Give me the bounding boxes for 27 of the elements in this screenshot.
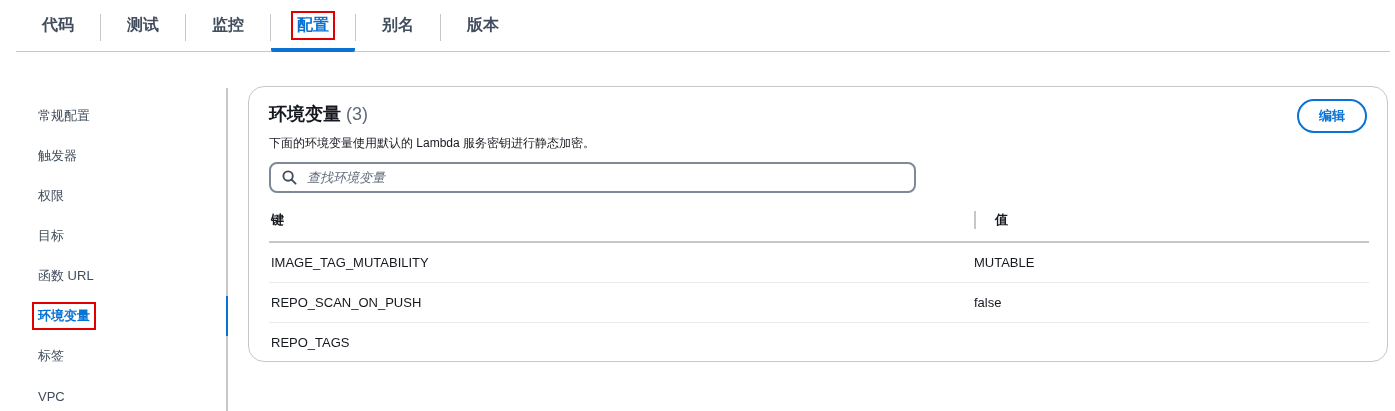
table-cell: false xyxy=(974,295,1002,310)
tab[interactable]: 别名 xyxy=(376,10,420,40)
sidebar-item[interactable]: VPC xyxy=(32,383,71,409)
search-icon xyxy=(282,170,297,185)
sidebar-item[interactable]: 环境变量 xyxy=(32,302,96,330)
column-header: 键 xyxy=(271,211,284,229)
tab[interactable]: 配置 xyxy=(291,10,335,40)
item-count: (3) xyxy=(346,104,368,124)
table-cell: MUTABLE xyxy=(974,255,1035,270)
tab[interactable]: 测试 xyxy=(121,10,165,40)
search-field[interactable]: 查找环境变量 xyxy=(269,162,916,193)
column-header: 值 xyxy=(995,211,1008,229)
description: 下面的环境变量使用默认的 Lambda 服务密钥进行静态加密。 xyxy=(269,135,597,152)
table-cell: REPO_TAGS xyxy=(271,335,350,350)
sidebar-item[interactable]: 权限 xyxy=(32,182,70,210)
sidebar-item[interactable]: 常规配置 xyxy=(32,102,96,130)
table-cell: REPO_SCAN_ON_PUSH xyxy=(271,295,422,310)
sidebar-item[interactable]: 标签 xyxy=(32,342,70,370)
sidebar-item[interactable]: 触发器 xyxy=(32,142,83,170)
panel-title: 环境变量 xyxy=(269,104,341,124)
sidebar-item[interactable]: 函数 URL xyxy=(32,262,100,290)
tab[interactable]: 版本 xyxy=(461,10,505,40)
tab[interactable]: 监控 xyxy=(206,10,250,40)
table-cell: IMAGE_TAG_MUTABILITY xyxy=(271,255,429,270)
sidebar-item[interactable]: 目标 xyxy=(32,222,70,250)
edit-button[interactable]: 编辑 xyxy=(1297,99,1367,133)
tab[interactable]: 代码 xyxy=(36,10,80,40)
